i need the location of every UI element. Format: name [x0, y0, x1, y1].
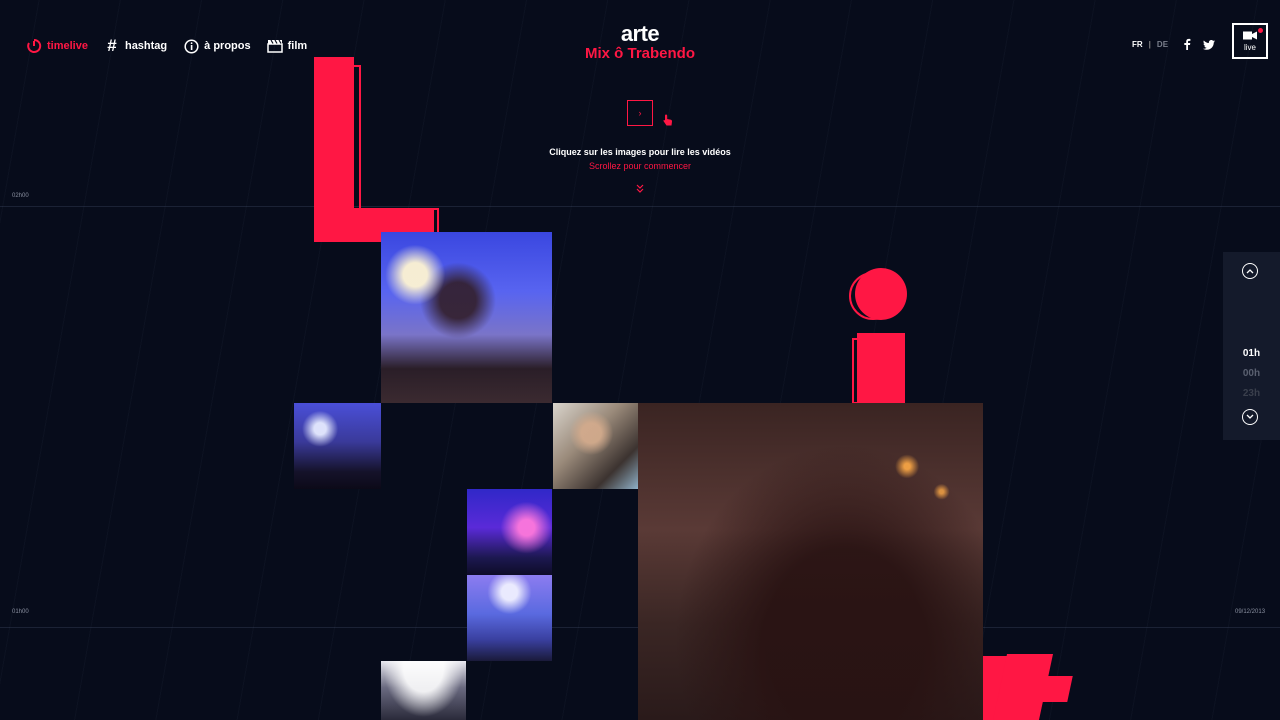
- hour-list: 01h 00h 23h: [1223, 346, 1280, 396]
- hour-item[interactable]: 23h: [1223, 386, 1280, 396]
- scroll-down-button[interactable]: [1242, 409, 1258, 425]
- live-button[interactable]: live: [1232, 23, 1268, 59]
- live-indicator-dot: [1258, 28, 1263, 33]
- scroll-up-button[interactable]: [1242, 263, 1258, 279]
- date-label: 09/12/2013: [1235, 609, 1266, 615]
- lang-de[interactable]: DE: [1157, 40, 1168, 49]
- video-thumbnail[interactable]: [381, 232, 552, 403]
- twitter-icon[interactable]: [1203, 37, 1215, 55]
- hour-item-active[interactable]: 01h: [1223, 346, 1280, 366]
- lang-separator: |: [1148, 40, 1151, 49]
- lang-fr[interactable]: FR: [1132, 40, 1143, 49]
- site-logo[interactable]: arte Mix ô Trabendo: [0, 21, 1280, 64]
- pointer-hand-icon: [663, 113, 673, 131]
- language-switcher: FR | DE: [1132, 40, 1168, 49]
- social-links: [1183, 37, 1215, 55]
- video-thumbnail[interactable]: [467, 489, 552, 575]
- video-thumbnail[interactable]: [638, 403, 983, 720]
- time-label-top: 02h00: [12, 193, 29, 199]
- logo-brand: arte: [620, 21, 660, 46]
- video-thumbnail[interactable]: [467, 575, 552, 661]
- facebook-icon[interactable]: [1183, 37, 1191, 55]
- video-thumbnail[interactable]: [553, 403, 638, 489]
- intro-hint: Cliquez sur les images pour lire les vid…: [549, 147, 731, 157]
- play-symbol: ›: [638, 108, 642, 118]
- scroll-hint[interactable]: Scrollez pour commencer: [0, 161, 1280, 171]
- camera-icon: [1243, 31, 1257, 42]
- time-label-bottom: 01h00: [12, 609, 29, 615]
- live-label: live: [1243, 42, 1256, 52]
- video-thumbnail[interactable]: [381, 661, 466, 720]
- scroll-down-chevron-icon: [636, 184, 644, 194]
- hour-item[interactable]: 00h: [1223, 366, 1280, 386]
- video-thumbnail[interactable]: [294, 403, 381, 489]
- logo-subtitle: Mix ô Trabendo: [584, 45, 695, 62]
- timeline-divider-top: [0, 206, 1280, 207]
- play-button[interactable]: ›: [627, 100, 653, 126]
